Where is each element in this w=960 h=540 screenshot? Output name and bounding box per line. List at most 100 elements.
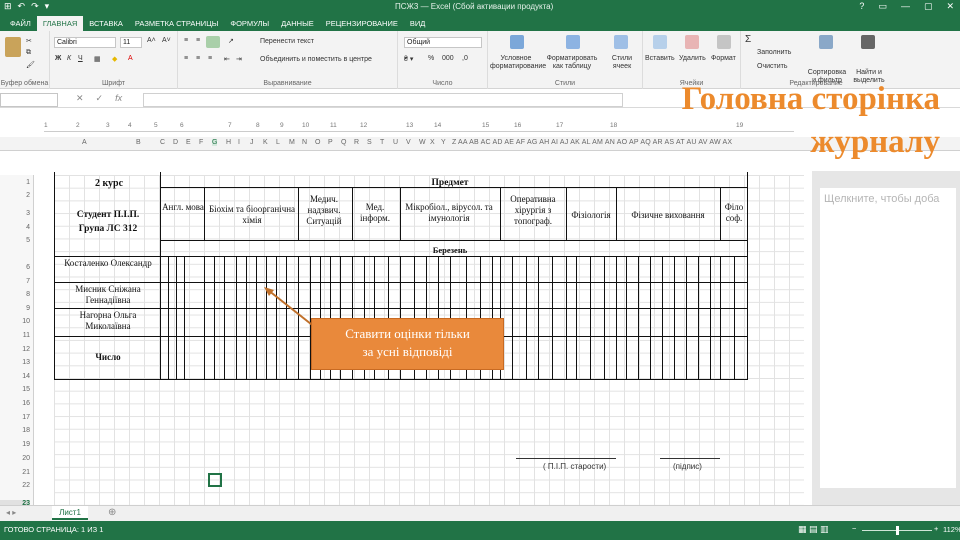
row-header[interactable]: 6 [0, 264, 30, 271]
align-middle-icon[interactable]: ≡ [196, 37, 200, 44]
format-table-button[interactable]: Форматировать как таблицу [546, 55, 598, 70]
conditional-format-icon[interactable] [510, 35, 524, 49]
format-table-icon[interactable] [566, 35, 580, 49]
currency-icon[interactable]: ₴ ▾ [404, 55, 413, 63]
row-header[interactable]: 10 [0, 318, 30, 325]
row-header[interactable]: 1 [0, 179, 30, 186]
delete-button[interactable]: Удалить [679, 55, 706, 62]
number-format-box[interactable]: Общий [404, 37, 482, 48]
row-header[interactable]: 15 [0, 386, 30, 393]
column-header[interactable]: P [328, 139, 333, 146]
row-header[interactable]: 18 [0, 427, 30, 434]
format-painter-icon[interactable]: 🖌 [26, 61, 35, 69]
format-cells-icon[interactable] [717, 35, 731, 49]
column-header[interactable]: I [238, 139, 240, 146]
column-header[interactable]: F [199, 139, 203, 146]
grow-font-icon[interactable]: A˄ [147, 37, 156, 44]
column-header[interactable]: M [289, 139, 295, 146]
column-header[interactable]: H [226, 139, 231, 146]
orientation-icon[interactable] [206, 36, 220, 48]
redo-icon[interactable]: ↷ [31, 1, 39, 12]
column-header[interactable]: D [173, 139, 178, 146]
column-header[interactable]: E [186, 139, 191, 146]
add-sheet-icon[interactable]: ⊕ [108, 507, 116, 518]
column-header[interactable]: O [315, 139, 320, 146]
copy-icon[interactable]: ⧉ [26, 49, 31, 57]
view-buttons-icon[interactable]: ▦ ▤ ▥ [798, 524, 829, 535]
column-header[interactable]: G [212, 139, 218, 146]
sheet-tab[interactable]: Лист1 [52, 506, 88, 520]
zoom-out-icon[interactable]: − [852, 524, 856, 533]
row-header[interactable]: 17 [0, 414, 30, 421]
fx-icon[interactable]: fx [115, 93, 122, 104]
column-header[interactable]: Q [341, 139, 346, 146]
column-header[interactable]: L [276, 139, 280, 146]
notes-placeholder[interactable]: Щелкните, чтобы доба [820, 188, 956, 488]
sort-filter-icon[interactable] [819, 35, 833, 49]
font-color-icon[interactable]: A [128, 55, 133, 62]
zoom-slider-thumb[interactable] [896, 526, 899, 535]
merge-center-button[interactable]: Объединить и поместить в центре [260, 56, 372, 63]
column-header[interactable]: A [82, 139, 87, 146]
cell-styles-button[interactable]: Стили ячеек [602, 55, 642, 70]
row-header[interactable]: 21 [0, 469, 30, 476]
column-header[interactable]: R [354, 139, 359, 146]
tab-home[interactable]: ГЛАВНАЯ [36, 16, 84, 31]
cell-styles-icon[interactable] [614, 35, 628, 49]
column-header[interactable]: N [302, 139, 307, 146]
row-header[interactable]: 3 [0, 210, 30, 217]
row-header[interactable]: 7 [0, 278, 30, 285]
tab-insert[interactable]: ВСТАВКА [83, 16, 129, 31]
column-header[interactable]: Y [441, 139, 446, 146]
comma-style-icon[interactable]: 000 [442, 55, 454, 62]
insert-button[interactable]: Вставить [645, 55, 675, 62]
row-header[interactable]: 8 [0, 291, 30, 298]
row-header[interactable]: 9 [0, 305, 30, 312]
help-icon[interactable]: ? [859, 1, 864, 12]
bold-icon[interactable]: Ж [55, 55, 61, 62]
row-header[interactable]: 12 [0, 346, 30, 353]
save-icon[interactable]: ⊞ [4, 1, 12, 12]
autosum-icon[interactable]: Σ [745, 34, 751, 45]
column-header[interactable]: K [263, 139, 268, 146]
orientation-arrow-icon[interactable]: ↗ [228, 37, 234, 45]
row-header[interactable]: 20 [0, 455, 30, 462]
wrap-text-button[interactable]: Перенести текст [260, 38, 314, 45]
zoom-in-icon[interactable]: + [934, 524, 938, 533]
fill-button[interactable]: Заполнить [757, 49, 791, 56]
row-header[interactable]: 22 [0, 482, 30, 489]
column-header[interactable]: W [419, 139, 426, 146]
align-top-icon[interactable]: ≡ [184, 37, 188, 44]
column-header[interactable]: B [136, 139, 141, 146]
tab-formulas[interactable]: ФОРМУЛЫ [224, 16, 275, 31]
tab-review[interactable]: РЕЦЕНЗИРОВАНИЕ [320, 16, 404, 31]
insert-cells-icon[interactable] [653, 35, 667, 49]
row-header[interactable]: 14 [0, 373, 30, 380]
tab-data[interactable]: ДАННЫЕ [275, 16, 320, 31]
column-header[interactable]: V [406, 139, 411, 146]
row-header[interactable]: 16 [0, 400, 30, 407]
row-header[interactable]: 11 [0, 332, 30, 339]
percent-icon[interactable]: % [428, 55, 434, 62]
tab-view[interactable]: ВИД [404, 16, 431, 31]
column-header[interactable]: J [250, 139, 254, 146]
align-right-icon[interactable]: ≡ [208, 55, 212, 62]
column-header[interactable]: T [380, 139, 384, 146]
maximize-icon[interactable]: ▢ [924, 1, 933, 12]
row-header[interactable]: 5 [0, 237, 30, 244]
align-center-icon[interactable]: ≡ [196, 55, 200, 62]
conditional-format-button[interactable]: Условное форматирование [490, 55, 546, 70]
row-header[interactable]: 4 [0, 224, 30, 231]
underline-icon[interactable]: Ч [78, 55, 83, 62]
ribbon-display-icon[interactable]: ▭ [878, 1, 887, 12]
clear-button[interactable]: Очистить [757, 63, 787, 70]
delete-cells-icon[interactable] [685, 35, 699, 49]
column-header[interactable]: S [367, 139, 372, 146]
row-header[interactable]: 13 [0, 359, 30, 366]
shrink-font-icon[interactable]: A˅ [162, 37, 171, 44]
column-header[interactable]: C [160, 139, 165, 146]
increase-indent-icon[interactable]: ⇥ [236, 55, 242, 63]
decrease-indent-icon[interactable]: ⇤ [224, 55, 230, 63]
row-header[interactable]: 19 [0, 441, 30, 448]
name-box[interactable] [0, 93, 58, 107]
